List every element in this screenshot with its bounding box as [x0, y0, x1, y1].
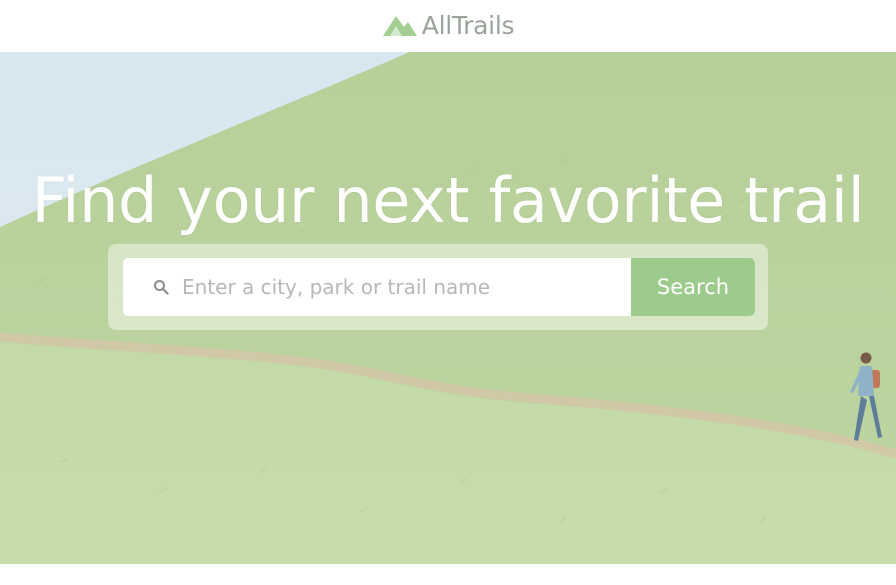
search-container: Search [108, 244, 768, 330]
hero-headline: Find your next favorite trail [31, 164, 865, 237]
search-button[interactable]: Search [631, 258, 755, 316]
mountain-logo-icon [382, 13, 418, 37]
search-icon [123, 258, 169, 316]
page-bottom-strip [0, 564, 896, 585]
top-header: AllTrails [0, 0, 896, 52]
logo-wordmark: AllTrails [421, 10, 515, 40]
alltrails-logo[interactable]: AllTrails [382, 10, 515, 40]
search-input[interactable] [169, 258, 631, 316]
hero-banner: Find your next favorite trail Search [0, 52, 896, 564]
search-bar: Search [123, 258, 755, 316]
